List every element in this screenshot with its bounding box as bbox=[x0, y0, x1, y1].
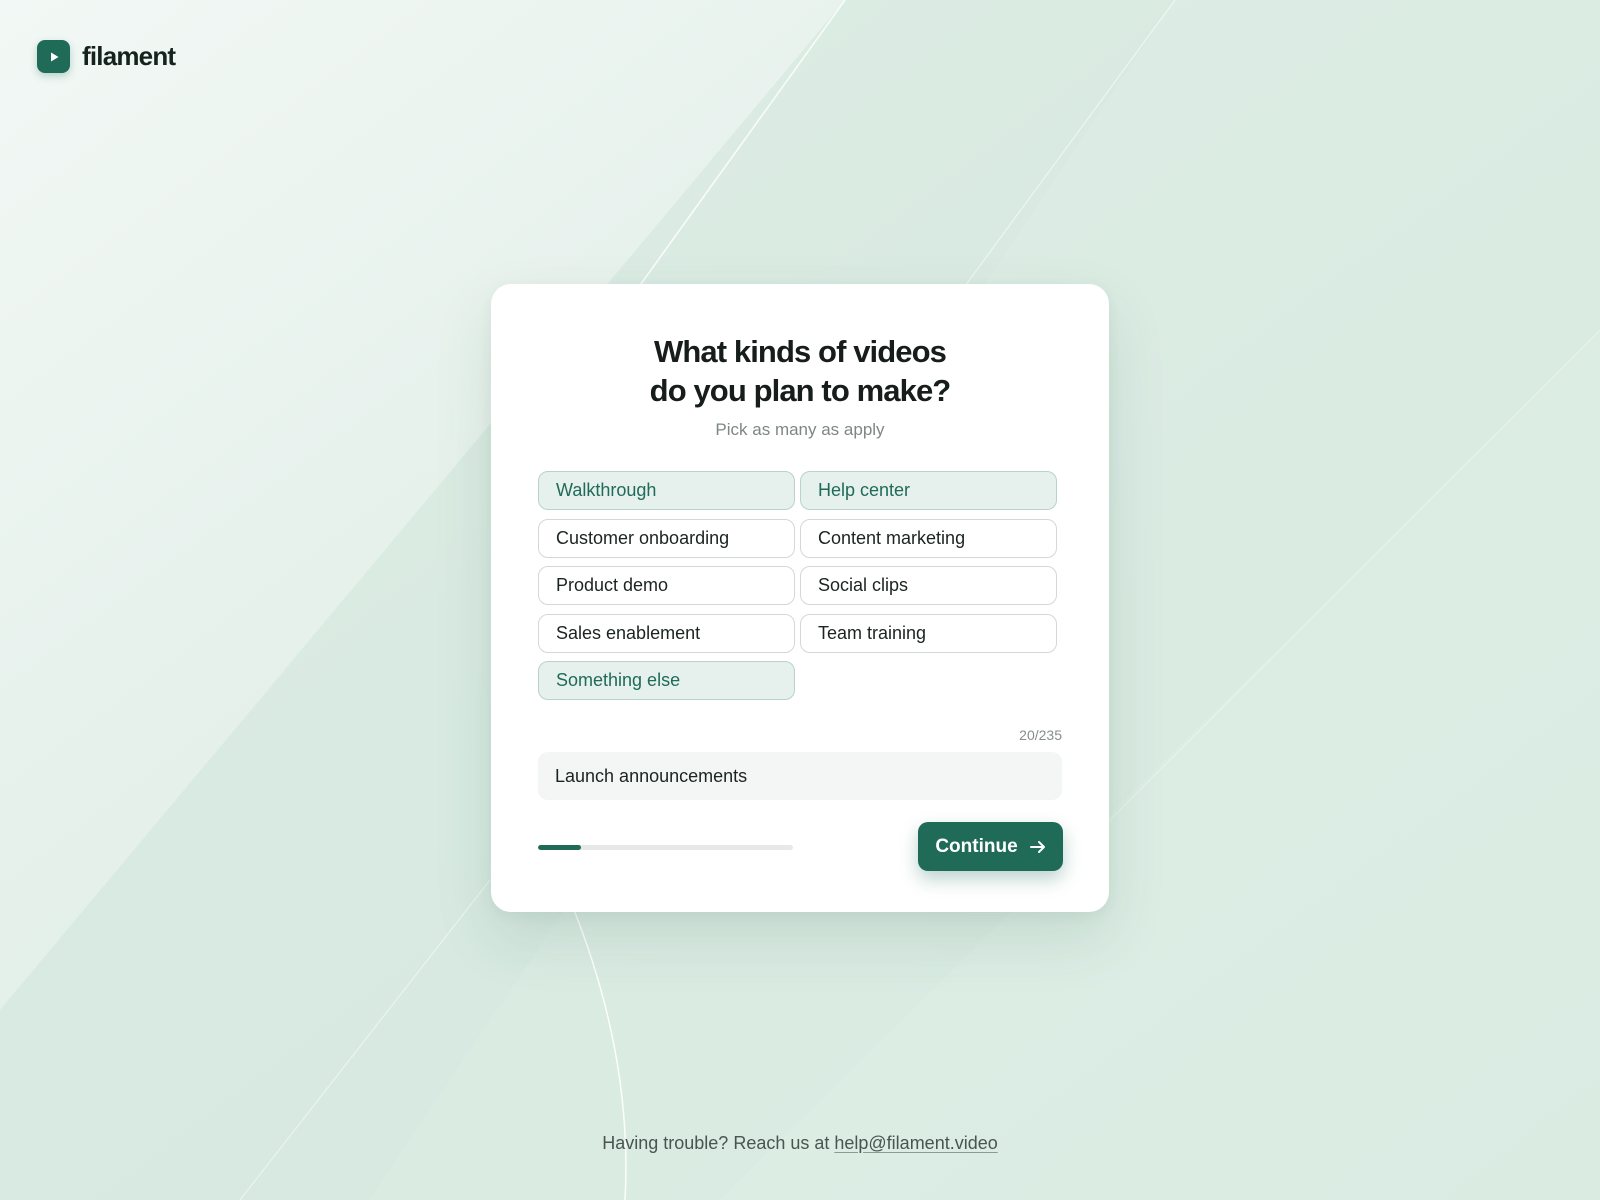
brand-name: filament bbox=[82, 41, 176, 71]
progress-fill bbox=[538, 845, 582, 850]
option-help-center[interactable]: Help center bbox=[800, 471, 1057, 510]
footer-text: Having trouble? Reach us at bbox=[602, 1133, 835, 1153]
option-social-clips[interactable]: Social clips bbox=[800, 566, 1057, 605]
page-subtitle: Pick as many as apply bbox=[715, 420, 885, 439]
continue-button[interactable]: Continue bbox=[918, 822, 1063, 871]
page-title: What kinds of videos do you plan to make… bbox=[649, 334, 952, 408]
other-video-type-input[interactable] bbox=[538, 752, 1062, 800]
arrow-right-icon bbox=[1029, 840, 1045, 853]
option-customer-onboarding[interactable]: Customer onboarding bbox=[538, 518, 795, 558]
character-counter: 20/235 bbox=[1019, 727, 1062, 743]
option-product-demo[interactable]: Product demo bbox=[538, 566, 795, 605]
continue-button-label: Continue bbox=[935, 835, 1018, 857]
option-walkthrough[interactable]: Walkthrough bbox=[538, 471, 795, 510]
progress-bar bbox=[538, 845, 793, 850]
support-email-link[interactable]: help@filament.video bbox=[834, 1133, 997, 1153]
option-content-marketing[interactable]: Content marketing bbox=[800, 518, 1057, 558]
help-footer: Having trouble? Reach us at help@filamen… bbox=[0, 1133, 1600, 1154]
option-sales-enablement[interactable]: Sales enablement bbox=[538, 613, 795, 653]
option-team-training[interactable]: Team training bbox=[800, 613, 1057, 653]
option-something-else[interactable]: Something else bbox=[538, 661, 795, 700]
play-icon bbox=[37, 40, 70, 73]
onboarding-card: What kinds of videos do you plan to make… bbox=[491, 284, 1109, 912]
brand-logo[interactable]: filament bbox=[37, 40, 176, 73]
